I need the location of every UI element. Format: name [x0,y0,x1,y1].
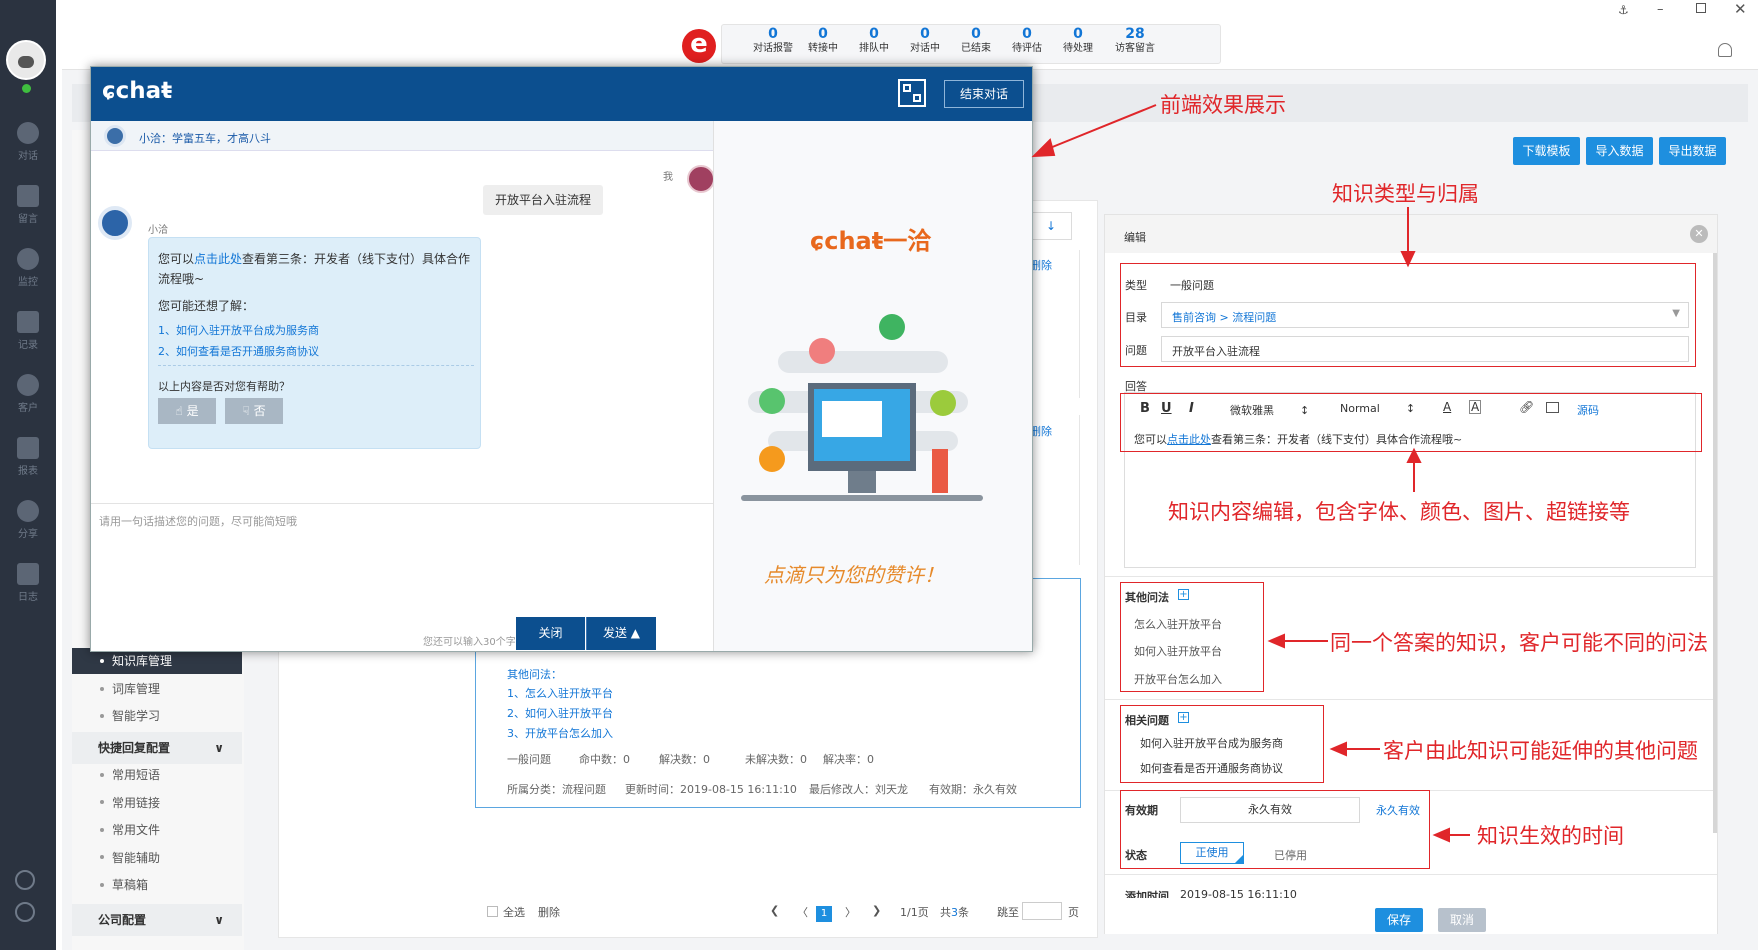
annotation-content: 知识内容编辑，包含字体、颜色、图片、超链接等 [1168,500,1630,524]
annotation-ext: 客户由此知识可能延伸的其他问题 [1383,739,1698,763]
annotation-kind: 知识类型与归属 [1332,182,1479,206]
annotation-arrows [1031,104,1470,843]
annotation-front: 前端效果展示 [1160,93,1286,117]
annotation-time: 知识生效的时间 [1477,824,1624,848]
annotation-asks: 同一个答案的知识，客户可能不同的问法 [1330,631,1708,655]
